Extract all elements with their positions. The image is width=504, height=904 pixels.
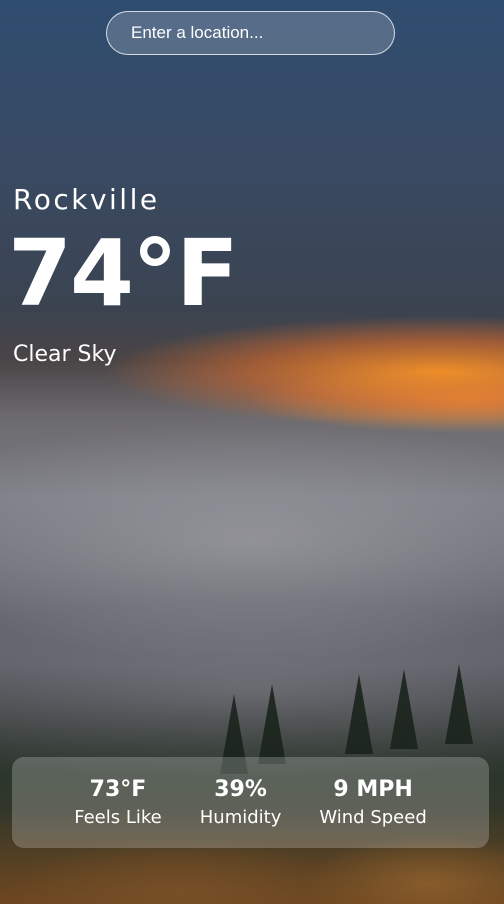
tree-silhouette <box>445 664 473 744</box>
tree-silhouette <box>390 669 418 749</box>
feels-like-value: 73°F <box>89 776 147 802</box>
city-name: Rockville <box>13 183 160 216</box>
humidity-label: Humidity <box>199 806 282 828</box>
wind-speed-value: 9 MPH <box>333 776 413 802</box>
wind-speed-label: Wind Speed <box>319 806 427 828</box>
weather-condition: Clear Sky <box>13 342 117 367</box>
tree-silhouette <box>345 674 373 754</box>
wind-speed-stat: 9 MPH Wind Speed <box>319 777 426 829</box>
weather-details-panel: 73°F Feels Like 39% Humidity 9 MPH Wind … <box>12 757 489 848</box>
location-search-input[interactable] <box>106 11 395 55</box>
current-temperature: 74°F <box>8 220 239 327</box>
feels-like-label: Feels Like <box>74 806 162 828</box>
humidity-stat: 39% Humidity <box>200 777 282 829</box>
humidity-value: 39% <box>214 776 267 802</box>
feels-like-stat: 73°F Feels Like <box>74 777 162 829</box>
tree-silhouette <box>258 684 286 764</box>
